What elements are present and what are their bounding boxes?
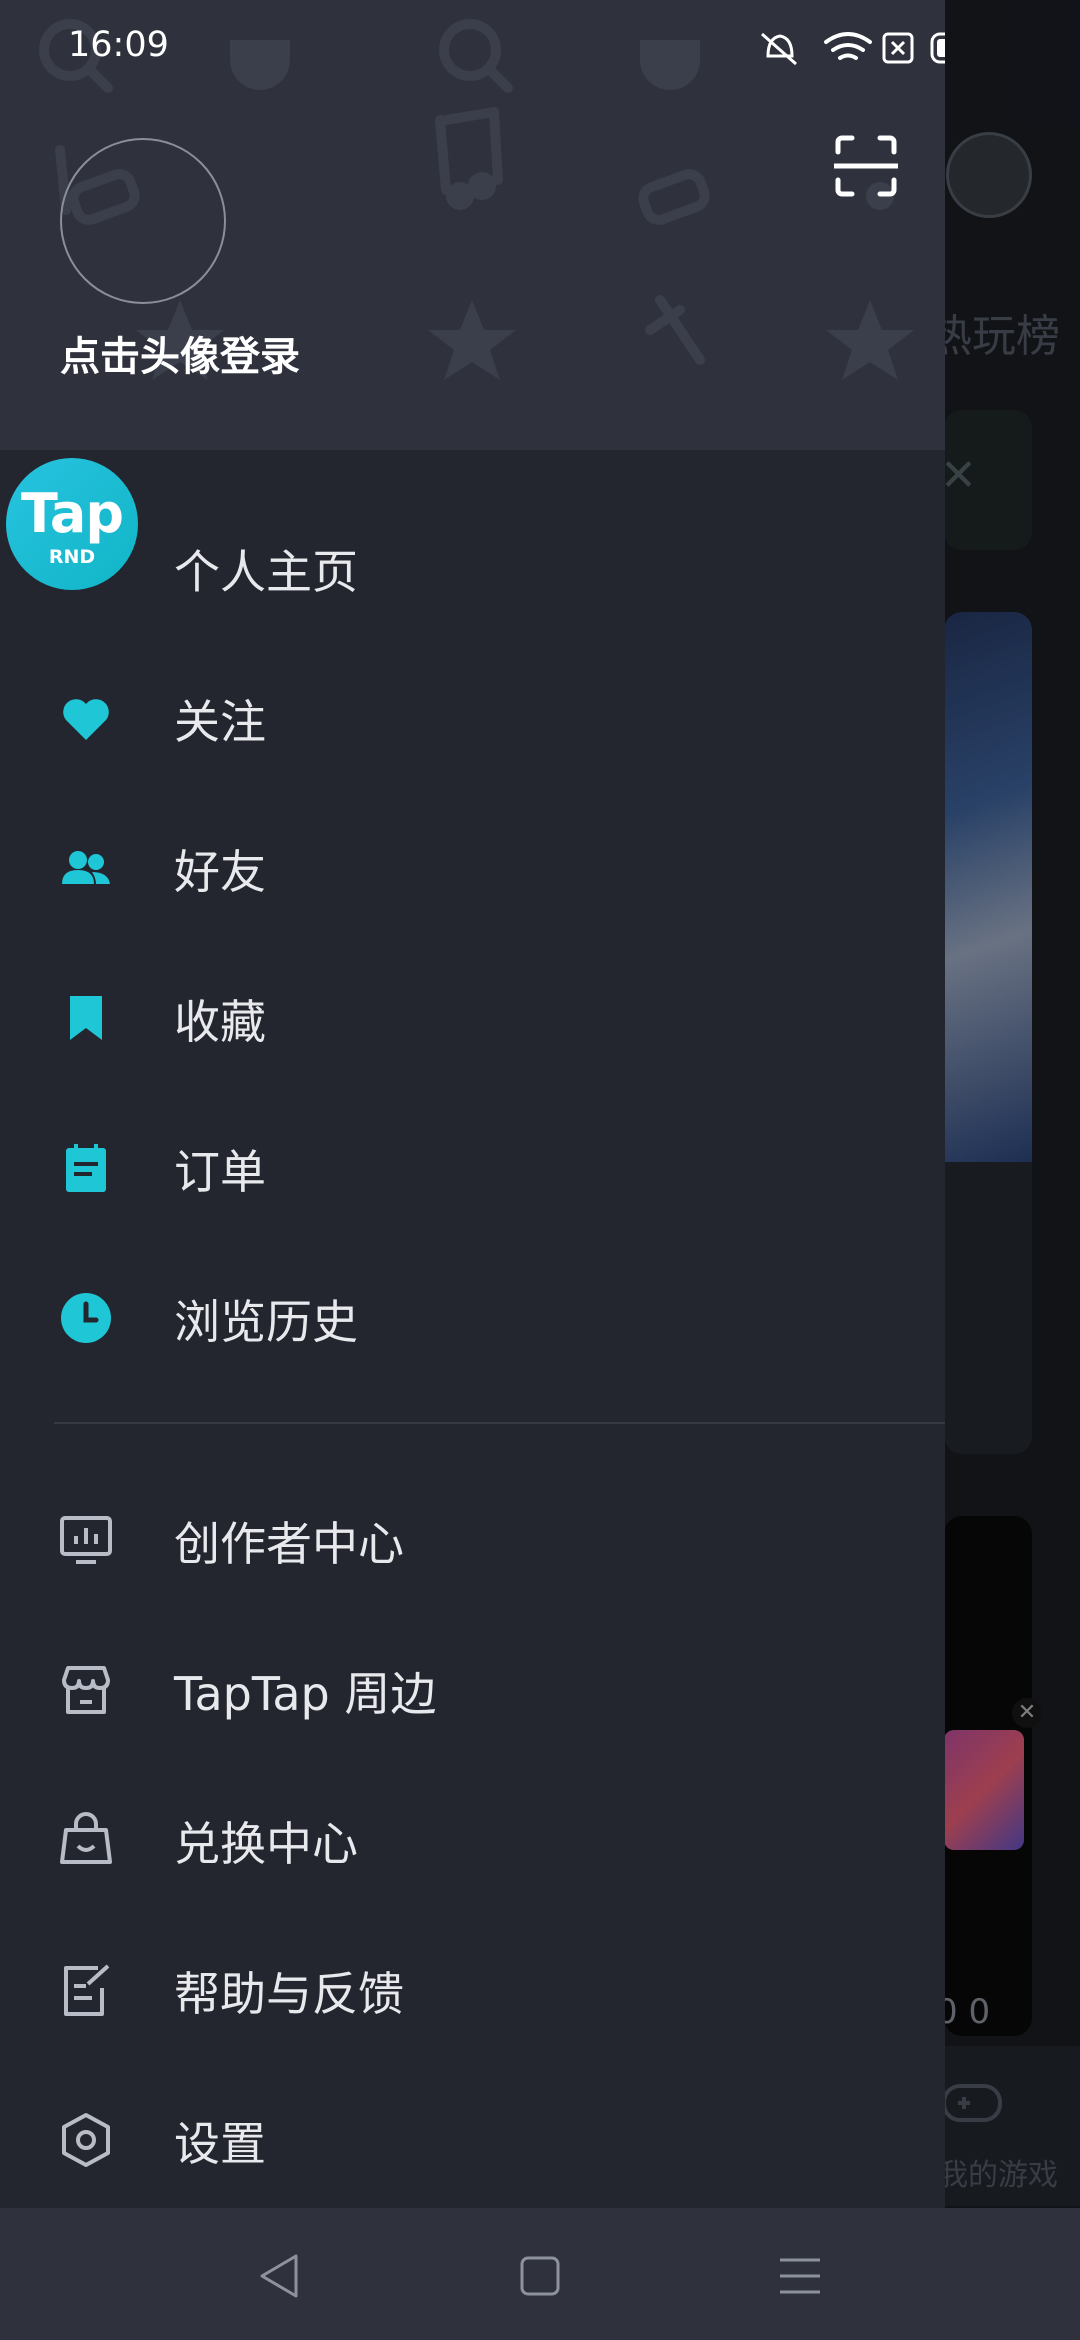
- bookmark-icon: [70, 996, 102, 1040]
- menu-item-merch[interactable]: TapTap 周边: [0, 1624, 945, 1744]
- menu-item-friends[interactable]: 好友: [0, 802, 945, 922]
- creator-icon: [60, 1516, 112, 1564]
- logo-text: Tap: [21, 482, 124, 545]
- back-icon[interactable]: [252, 2248, 308, 2304]
- order-icon: [66, 1144, 106, 1192]
- menu-item-orders[interactable]: 订单: [0, 1102, 945, 1222]
- menu-label: 创作者中心: [174, 1517, 404, 1571]
- menu-label: 个人主页: [174, 545, 358, 599]
- friends-icon: [62, 851, 110, 884]
- heart-icon: [63, 699, 109, 740]
- menu-item-history[interactable]: 浏览历史: [0, 1252, 945, 1372]
- menu-label: 浏览历史: [174, 1295, 358, 1349]
- bag-icon: [60, 1812, 112, 1864]
- status-time: 16:09: [68, 25, 169, 65]
- menu-label: TapTap 周边: [174, 1667, 437, 1721]
- menu-item-settings[interactable]: 设置: [0, 2074, 945, 2194]
- mute-icon: [761, 32, 797, 66]
- clock-icon: [61, 1293, 111, 1343]
- home-icon[interactable]: [512, 2248, 568, 2304]
- menu-divider: [54, 1422, 945, 1424]
- battery-icon: [930, 32, 945, 64]
- settings-icon: [62, 2113, 110, 2167]
- menu-label: 兑换中心: [174, 1817, 358, 1871]
- taptap-logo-icon: Tap RND: [6, 458, 138, 590]
- menu-item-redeem[interactable]: 兑换中心: [0, 1774, 945, 1894]
- store-icon: [62, 1666, 110, 1714]
- system-nav-bar: [0, 2208, 1080, 2340]
- logo-subtext: RND: [48, 546, 96, 568]
- menu-label: 订单: [174, 1145, 266, 1199]
- status-icons: [761, 32, 945, 66]
- menu-item-creator-center[interactable]: 创作者中心: [0, 1474, 945, 1594]
- menu-label: 收藏: [174, 995, 266, 1049]
- login-avatar[interactable]: [60, 138, 226, 304]
- menu-label: 设置: [174, 2117, 266, 2171]
- menu-icon[interactable]: [772, 2248, 828, 2304]
- sim-off-icon: [882, 32, 914, 64]
- drawer-header: 16:09 点击头像登录: [0, 0, 945, 450]
- feedback-icon: [64, 1964, 110, 2016]
- menu-item-follow[interactable]: 关注: [0, 652, 945, 772]
- menu-label: 帮助与反馈: [174, 1967, 404, 2021]
- navigation-drawer: 16:09 点击头像登录 Tap RND 个人主页 关注 好友 收藏 订单 浏览…: [0, 0, 945, 2208]
- menu-item-help-feedback[interactable]: 帮助与反馈: [0, 1924, 945, 2044]
- menu-item-favorites[interactable]: 收藏: [0, 952, 945, 1072]
- menu-label: 好友: [174, 845, 266, 899]
- wifi-icon: [824, 32, 872, 60]
- login-prompt[interactable]: 点击头像登录: [60, 324, 300, 382]
- menu-item-profile[interactable]: Tap RND 个人主页: [0, 458, 945, 622]
- scan-icon[interactable]: [834, 134, 898, 198]
- menu-label: 关注: [174, 695, 266, 749]
